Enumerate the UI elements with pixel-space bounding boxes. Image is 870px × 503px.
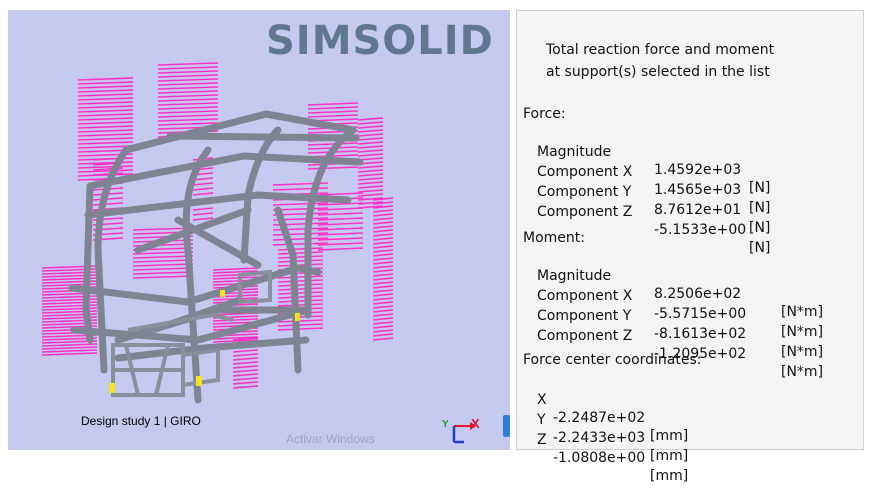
results-header-line1: Total reaction force and moment [546,42,775,58]
activation-watermark: Activar Windows [286,432,375,446]
center-row: Z -1.0808e+00 [mm] [537,432,689,484]
load-arrows [41,62,394,389]
triad-y-label: Y [442,419,449,430]
center-section-title: Force center coordinates: [523,352,702,368]
panel-edge-tab[interactable] [503,415,510,437]
force-section-title: Force: [523,106,566,122]
results-header-line2: at support(s) selected in the list [546,64,770,80]
design-study-caption: Design study 1 | GIRO [81,414,201,428]
model-viewport[interactable]: SIMSOLID Design study 1 | GIRO Activar W… [8,10,510,450]
triad-x-label: X [471,416,480,431]
roll-cage-model [41,62,394,404]
moment-section-title: Moment: [523,230,585,246]
reaction-results-panel: Total reaction force and moment at suppo… [516,10,864,484]
simsolid-logo: SIMSOLID [266,18,494,64]
